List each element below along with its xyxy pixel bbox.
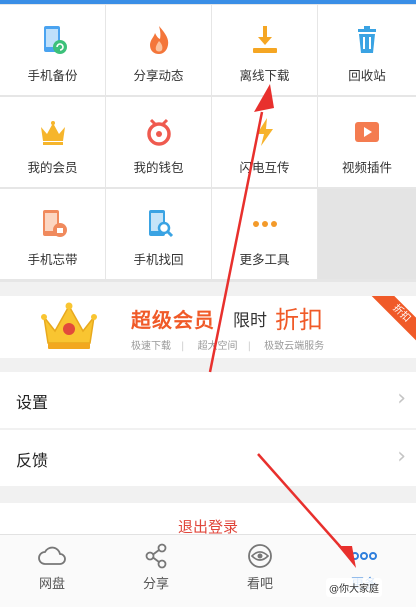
phone-find-icon	[148, 210, 173, 238]
feature-cloud-service: 极致云端服务	[264, 341, 325, 352]
lightning-icon	[256, 118, 273, 146]
tool-label: 手机找回	[133, 252, 184, 267]
nav-tab-netdisk[interactable]: 网盘	[0, 535, 104, 607]
download-icon	[252, 26, 277, 53]
tool-label: 更多工具	[239, 252, 290, 267]
tool-recycle-bin[interactable]: 回收站	[318, 5, 416, 95]
discount-ribbon: 折扣	[363, 296, 416, 352]
feature-fast-download: 极速下载	[131, 341, 171, 352]
banner-title-discount: 折扣	[275, 306, 323, 334]
tool-label: 手机备份	[27, 68, 78, 83]
tool-label: 视频插件	[341, 160, 392, 175]
phone-backup-icon	[43, 26, 67, 54]
video-play-icon	[355, 122, 379, 142]
tool-label: 回收站	[348, 68, 386, 83]
banner-features: 极速下载 | 超大空间 | 极致云端服务	[131, 337, 334, 352]
crown-icon	[40, 121, 65, 145]
tool-offline-download[interactable]: 离线下载	[212, 5, 317, 95]
tool-lightning-transfer[interactable]: 闪电互传	[212, 97, 317, 187]
nav-label: 网盘	[38, 577, 65, 592]
trash-icon	[358, 26, 376, 53]
tool-label: 闪电互传	[239, 160, 290, 175]
tool-my-membership[interactable]: 我的会员	[0, 97, 105, 187]
gold-crown-icon	[41, 302, 97, 349]
tool-more-tools[interactable]: 更多工具	[212, 189, 317, 279]
tool-label: 离线下载	[239, 68, 290, 83]
tool-video-plugin[interactable]: 视频插件	[318, 97, 416, 187]
more-dots-icon	[252, 221, 277, 227]
feedback-label: 反馈	[16, 451, 49, 470]
tool-phone-find[interactable]: 手机找回	[106, 189, 211, 279]
chevron-right-icon: ›	[397, 444, 406, 469]
tool-share-feed[interactable]: 分享动态	[106, 5, 211, 95]
nav-label: 看吧	[246, 577, 273, 592]
wallet-icon	[146, 118, 171, 146]
tool-label: 我的钱包	[133, 160, 184, 175]
banner-title-limited: 限时	[233, 311, 267, 331]
cloud-icon	[38, 546, 66, 565]
settings-row[interactable]: 设置 ›	[0, 372, 416, 428]
tools-grid: 手机备份 分享动态 离线下载 回收站 我的会员 我的钱包 闪电互传 视频插件 手…	[0, 4, 416, 282]
tool-phone-forgot[interactable]: 手机忘带	[0, 189, 105, 279]
tool-label: 手机忘带	[27, 252, 78, 267]
nav-tab-watch[interactable]: 看吧	[208, 535, 312, 607]
share-icon	[145, 543, 167, 569]
settings-label: 设置	[16, 393, 49, 412]
flame-icon	[149, 26, 168, 54]
tool-label: 分享动态	[133, 68, 184, 83]
tool-my-wallet[interactable]: 我的钱包	[106, 97, 211, 187]
feature-divider: |	[247, 341, 251, 352]
more-icon	[351, 552, 377, 560]
feature-large-space: 超大空间	[197, 341, 238, 352]
tool-phone-backup[interactable]: 手机备份	[0, 5, 105, 95]
banner-title-main: 超级会员	[131, 308, 215, 332]
phone-forgot-icon	[42, 210, 67, 237]
super-member-banner[interactable]: 超级会员 限时 折扣 极速下载 | 超大空间 | 极致云端服务 折扣	[0, 296, 416, 358]
eye-icon	[248, 544, 272, 568]
nav-label: 分享	[142, 577, 169, 592]
empty-grid-cell	[318, 189, 416, 279]
chevron-right-icon: ›	[397, 386, 406, 411]
feedback-row[interactable]: 反馈 ›	[0, 430, 416, 486]
tool-label: 我的会员	[27, 160, 78, 175]
feature-divider: |	[181, 341, 185, 352]
nav-tab-share[interactable]: 分享	[104, 535, 208, 607]
watermark: @你大家庭	[326, 578, 382, 597]
